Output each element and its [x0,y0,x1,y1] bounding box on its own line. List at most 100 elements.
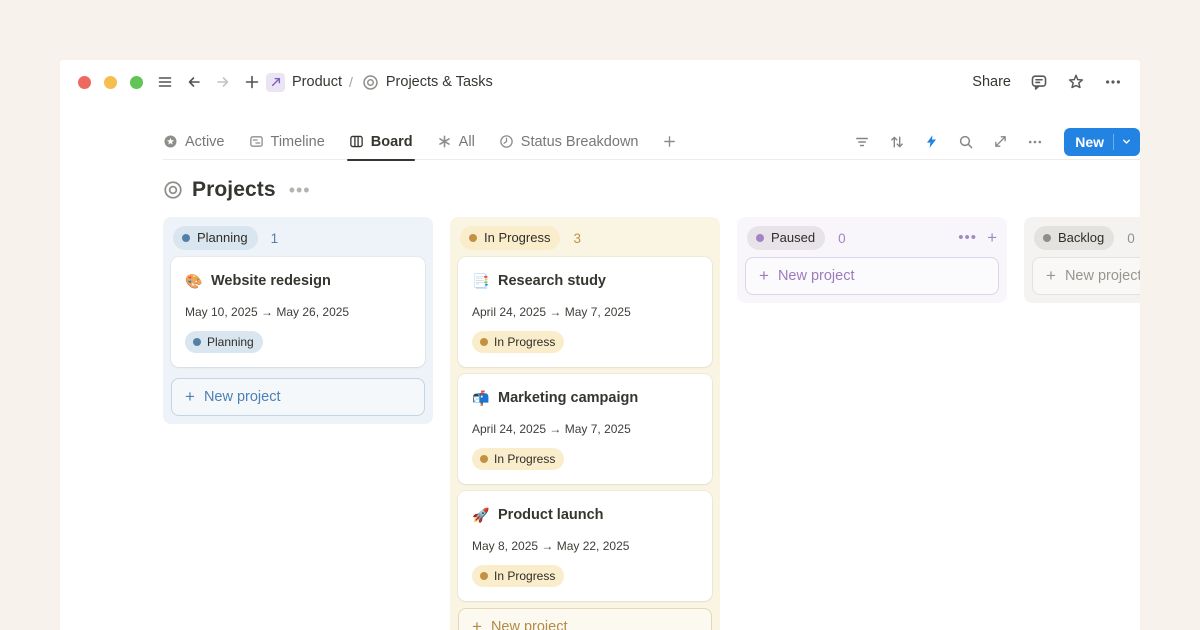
column-count: 1 [271,231,279,246]
palette-emoji-icon: 🎨 [185,273,203,290]
card-date-range: May 8, 2025 → May 22, 2025 [472,539,698,554]
plus-icon: + [185,390,195,404]
window-controls [78,76,143,89]
sort-icon[interactable] [889,134,905,150]
new-project-label: New project [204,389,281,405]
close-window-button[interactable] [78,76,91,89]
new-page-icon[interactable] [244,74,260,90]
favorite-star-icon[interactable] [1067,73,1085,91]
board-column-planning: Planning 1 🎨 Website redesign May 10, 20… [163,217,433,424]
new-project-button[interactable]: + New project [171,378,425,416]
column-count: 3 [573,231,581,246]
plus-icon: + [1046,269,1056,283]
status-breakdown-icon [499,134,514,149]
card-date-range: May 10, 2025 → May 26, 2025 [185,305,411,320]
filter-icon[interactable] [854,134,870,150]
breadcrumb-page[interactable]: Projects & Tasks [386,74,493,90]
expand-icon[interactable] [993,134,1008,149]
status-label: In Progress [494,333,555,351]
status-dot-icon [469,234,477,242]
status-label: Planning [197,229,248,247]
status-pill-paused[interactable]: Paused [747,226,825,250]
status-dot-icon [182,234,190,242]
board-icon [349,134,364,149]
card-date-range: April 24, 2025 → May 7, 2025 [472,305,698,320]
board-column-paused: Paused 0 ••• + + New project [737,217,1007,303]
active-icon [163,134,178,149]
new-project-button[interactable]: + New project [1032,257,1140,295]
mailbox-emoji-icon: 📬 [472,390,490,407]
status-dot-icon [756,234,764,242]
plus-icon: + [759,269,769,283]
tab-label: Status Breakdown [521,134,639,150]
new-button[interactable]: New [1064,128,1140,156]
tab-status-breakdown[interactable]: Status Breakdown [499,124,639,160]
card-title: Product launch [498,507,604,523]
tab-label: Timeline [271,134,325,150]
zoom-window-button[interactable] [130,76,143,89]
menu-icon[interactable] [157,74,173,90]
new-project-button[interactable]: + New project [745,257,999,295]
app-window: Product / Projects & Tasks Share Active [60,60,1140,630]
column-more-icon[interactable]: ••• [958,233,977,243]
title-more-icon[interactable]: ••• [289,185,311,195]
column-header: Paused 0 ••• + [745,225,999,251]
page-title[interactable]: Projects [192,178,276,202]
breadcrumb-workspace[interactable]: Product [292,74,342,90]
status-dot-icon [480,455,488,463]
tab-board[interactable]: Board [349,124,413,160]
status-pill-backlog[interactable]: Backlog [1034,226,1114,250]
project-card-website-redesign[interactable]: 🎨 Website redesign May 10, 2025 → May 26… [171,257,425,367]
project-card-research-study[interactable]: 📑 Research study April 24, 2025 → May 7,… [458,257,712,367]
breadcrumb-separator: / [349,74,353,90]
status-dot-icon [1043,234,1051,242]
minimize-window-button[interactable] [104,76,117,89]
card-title: Marketing campaign [498,390,638,406]
tab-active[interactable]: Active [163,124,225,160]
column-header: Planning 1 [171,225,425,251]
project-card-marketing-campaign[interactable]: 📬 Marketing campaign April 24, 2025 → Ma… [458,374,712,484]
status-dot-icon [193,338,201,346]
new-project-label: New project [778,268,855,284]
back-icon[interactable] [186,74,202,90]
new-button-label: New [1064,134,1113,150]
add-view-icon[interactable] [662,124,677,160]
forward-icon[interactable] [215,74,231,90]
share-button[interactable]: Share [972,74,1011,90]
view-more-icon[interactable] [1027,134,1043,150]
board-column-in-progress: In Progress 3 📑 Research study April 24,… [450,217,720,630]
status-pill-planning[interactable]: Planning [173,226,258,250]
new-project-button[interactable]: + New project [458,608,712,630]
all-icon [437,134,452,149]
projects-target-icon[interactable] [163,180,183,200]
tab-label: All [459,134,475,150]
more-icon[interactable] [1104,73,1122,91]
status-pill-in-progress[interactable]: In Progress [460,226,560,250]
chevron-down-icon[interactable] [1114,136,1140,147]
card-status-pill: In Progress [472,565,564,587]
tab-all[interactable]: All [437,124,475,160]
tab-timeline[interactable]: Timeline [249,124,325,160]
bookmark-tabs-emoji-icon: 📑 [472,273,490,290]
card-status-pill: In Progress [472,448,564,470]
view-toolbar: New [854,128,1140,156]
plus-icon: + [472,620,482,630]
target-icon [362,74,379,91]
comment-icon[interactable] [1030,73,1048,91]
view-tabs-bar: Active Timeline Board All Status Breakdo… [163,124,1140,160]
workspace-logo-icon[interactable] [266,73,285,92]
status-label: In Progress [494,450,555,468]
status-dot-icon [480,338,488,346]
column-count: 0 [838,231,846,246]
status-label: Paused [771,229,815,247]
bolt-icon[interactable] [924,134,939,149]
column-count: 0 [1127,231,1135,246]
new-project-label: New project [1065,268,1140,284]
column-add-icon[interactable]: + [987,231,997,245]
status-label: Backlog [1058,229,1104,247]
status-label: In Progress [484,229,550,247]
project-card-product-launch[interactable]: 🚀 Product launch May 8, 2025 → May 22, 2… [458,491,712,601]
card-status-pill: In Progress [472,331,564,353]
search-icon[interactable] [958,134,974,150]
status-dot-icon [480,572,488,580]
